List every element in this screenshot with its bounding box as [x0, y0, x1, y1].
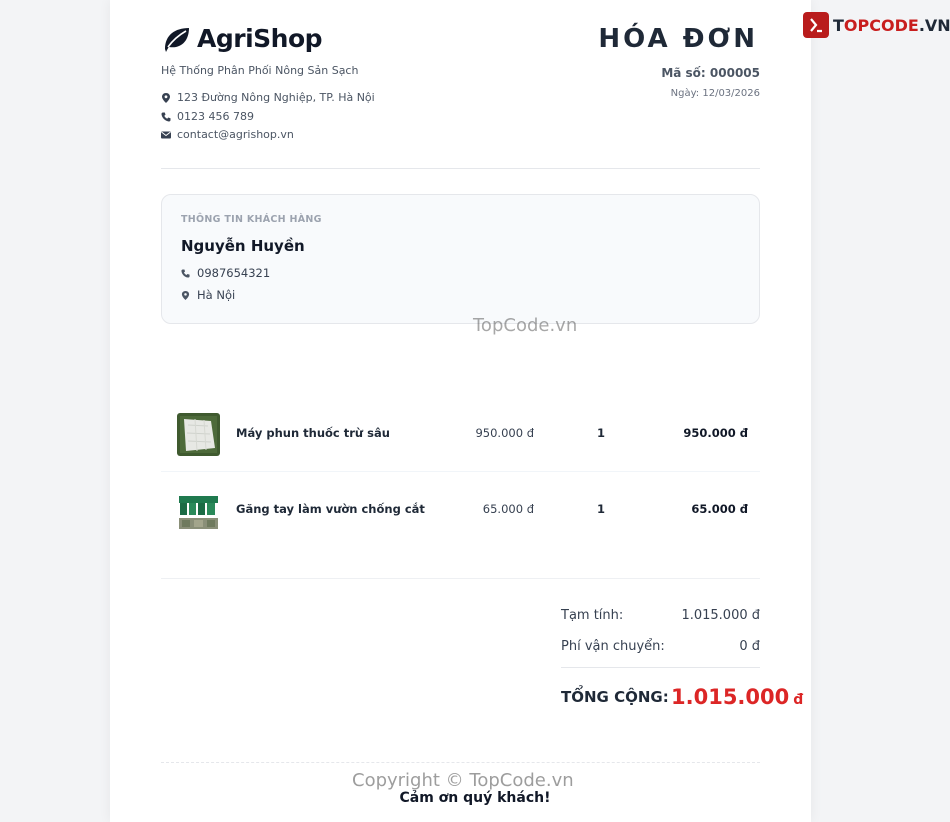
- thank-you-message: Cảm ơn quý khách!: [399, 790, 551, 806]
- table-row: Găng tay làm vườn chống cắt 65.000 đ 1 6…: [161, 472, 760, 548]
- company-address-text: 123 Đường Nông Nghiệp, TP. Hà Nội: [177, 91, 375, 104]
- items-divider: [161, 578, 760, 579]
- company-address: 123 Đường Nông Nghiệp, TP. Hà Nội: [161, 91, 375, 104]
- phone-icon: [181, 268, 191, 278]
- map-pin-icon: [161, 92, 171, 103]
- grand-total-currency: đ: [793, 692, 804, 708]
- grand-total-amount: 1.015.000: [671, 685, 790, 709]
- item-total: 950.000 đ: [683, 426, 748, 440]
- header-divider: [161, 168, 760, 169]
- shipping-value: 0 đ: [739, 639, 760, 654]
- brand-name: AgriShop: [197, 24, 323, 53]
- customer-name: Nguyễn Huyền: [181, 237, 305, 255]
- company-tagline: Hệ Thống Phân Phối Nông Sản Sạch: [161, 64, 359, 77]
- table-row: Máy phun thuốc trừ sâu 950.000 đ 1 950.0…: [161, 396, 760, 472]
- item-price: 65.000 đ: [482, 502, 534, 516]
- topcode-prefix: T: [833, 15, 844, 35]
- grand-total-value: 1.015.000 đ: [671, 685, 803, 709]
- company-email[interactable]: contact@agrishop.vn: [161, 128, 294, 141]
- item-name: Găng tay làm vườn chống cắt: [236, 502, 425, 516]
- item-qty: 1: [597, 502, 606, 516]
- watermark-bottom: Copyright © TopCode.vn: [352, 770, 574, 791]
- topcode-logo: TOPCODE.VN: [803, 12, 950, 38]
- gloves-product-image: [177, 489, 220, 532]
- customer-section-label: THÔNG TIN KHÁCH HÀNG: [181, 214, 322, 225]
- phone-icon: [161, 111, 171, 122]
- envelope-icon: [161, 129, 171, 140]
- topcode-accent: OPCODE: [843, 15, 919, 35]
- customer-phone: 0987654321: [181, 266, 270, 280]
- invoice-date: Ngày: 12/03/2026: [670, 88, 760, 99]
- topcode-suffix: .VN: [918, 15, 950, 35]
- map-pin-icon: [181, 290, 191, 300]
- item-qty: 1: [597, 426, 606, 440]
- company-phone: 0123 456 789: [161, 110, 254, 123]
- topcode-text: TOPCODE.VN: [833, 16, 950, 35]
- summary-divider: [561, 667, 760, 668]
- grand-total-label: TỔNG CỘNG:: [561, 688, 669, 706]
- brand: AgriShop: [161, 24, 323, 53]
- subtotal-label: Tạm tính:: [561, 608, 624, 623]
- invoice-number: Mã số: 000005: [661, 66, 760, 80]
- customer-address: Hà Nội: [181, 288, 235, 302]
- item-price: 950.000 đ: [475, 426, 534, 440]
- company-email-text: contact@agrishop.vn: [177, 128, 294, 141]
- invoice-title: HÓA ĐƠN: [598, 24, 758, 54]
- item-name: Máy phun thuốc trừ sâu: [236, 426, 390, 440]
- topcode-badge-icon: [803, 12, 829, 38]
- item-total: 65.000 đ: [691, 502, 748, 516]
- company-phone-text: 0123 456 789: [177, 110, 254, 123]
- footer-divider: [161, 762, 760, 763]
- watermark-center: TopCode.vn: [473, 315, 578, 336]
- leaf-icon: [165, 27, 189, 52]
- customer-phone-text: 0987654321: [197, 266, 271, 280]
- customer-address-text: Hà Nội: [197, 288, 236, 302]
- sprayer-product-image: [177, 413, 220, 456]
- shipping-label: Phí vận chuyển:: [561, 639, 665, 654]
- subtotal-value: 1.015.000 đ: [681, 608, 760, 623]
- customer-info-box: THÔNG TIN KHÁCH HÀNG Nguyễn Huyền 098765…: [161, 194, 760, 324]
